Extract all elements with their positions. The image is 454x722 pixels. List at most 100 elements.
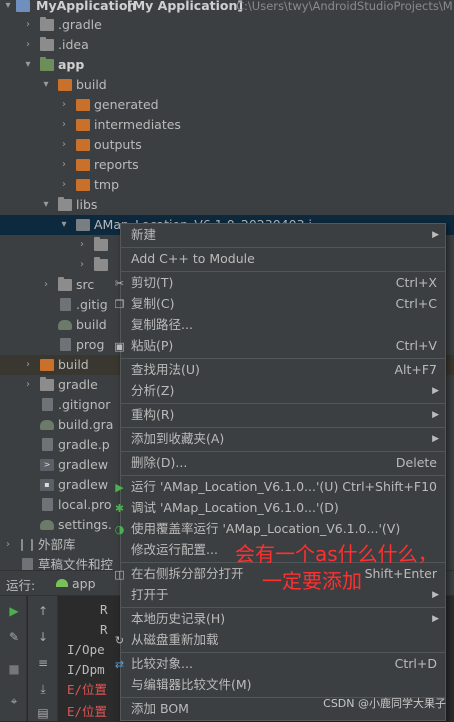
console-actions-gutter: ↑ ↓ ≡ ⤓ ▤ <box>28 596 58 721</box>
tree-label: 草稿文件和控 <box>38 557 114 570</box>
submenu-arrow-icon: ▶ <box>432 410 439 420</box>
chevron-down-icon[interactable]: ▾ <box>40 75 52 95</box>
terminal-icon: ▪ <box>40 479 54 491</box>
menu-item-compare-editor[interactable]: 与编辑器比较文件(M) <box>121 674 445 696</box>
print-icon[interactable]: ▤ <box>36 706 50 720</box>
tree-row-gradle-dir[interactable]: › .gradle <box>0 15 454 35</box>
tree-label: intermediates <box>94 117 181 132</box>
submenu-arrow-icon: ▶ <box>432 434 439 444</box>
tree-label: .gitig <box>76 297 108 312</box>
menu-item-copy-path[interactable]: 复制路径... <box>121 314 445 336</box>
tree-row-generated[interactable]: › generated <box>0 95 454 115</box>
menu-item-label: 剪切(T) <box>131 275 174 290</box>
chevron-right-icon[interactable]: › <box>76 255 88 275</box>
pin-icon[interactable]: ⌖ <box>7 694 21 708</box>
menu-item-compare-with[interactable]: ⇄ 比较对象... Ctrl+D <box>115 653 445 675</box>
bug-icon: ✱ <box>114 502 125 515</box>
menu-item-local-history[interactable]: 本地历史记录(H) ▶ <box>121 608 445 630</box>
wrench-icon[interactable]: ✎ <box>7 630 21 644</box>
menu-item-label: 添加 BOM <box>131 701 189 716</box>
menu-item-run-coverage[interactable]: ◑ 使用覆盖率运行 'AMap_Location_V6.1.0...'(V) <box>115 518 445 540</box>
menu-item-delete[interactable]: 删除(D)... Delete <box>121 452 445 474</box>
tree-row-app[interactable]: ▾ app <box>0 55 454 75</box>
menu-item-cut[interactable]: ✂ 剪切(T) Ctrl+X <box>115 272 445 294</box>
menu-item-reload-disk[interactable]: ↻ 从磁盘重新加载 <box>115 629 445 651</box>
down-arrow-icon[interactable]: ↓ <box>36 630 50 644</box>
folder-icon <box>58 197 72 211</box>
submenu-arrow-icon: ▶ <box>432 386 439 396</box>
package-icon <box>94 257 108 271</box>
menu-item-refactor[interactable]: 重构(R) ▶ <box>121 404 445 426</box>
stop-icon[interactable]: ■ <box>7 662 21 676</box>
menu-item-add-favorites[interactable]: 添加到收藏夹(A) ▶ <box>121 428 445 450</box>
tree-row-reports[interactable]: › reports <box>0 155 454 175</box>
clipboard-icon: ▣ <box>114 340 125 353</box>
chevron-right-icon[interactable]: › <box>22 35 34 55</box>
tree-row-libs[interactable]: ▾ libs <box>0 195 454 215</box>
console-line: R <box>100 622 108 637</box>
module-folder-icon <box>40 57 54 71</box>
chevron-down-icon[interactable]: ▾ <box>58 215 70 235</box>
chevron-right-icon[interactable]: › <box>22 355 34 375</box>
menu-item-run[interactable]: ▶ 运行 'AMap_Location_V6.1.0...'(U) Ctrl+S… <box>115 476 445 498</box>
menu-item-label: 从磁盘重新加载 <box>131 632 219 647</box>
tree-row-build[interactable]: ▾ build <box>0 75 454 95</box>
chevron-right-icon[interactable]: › <box>76 235 88 255</box>
menu-item-label: 调试 'AMap_Location_V6.1.0...'(D) <box>131 500 339 515</box>
tree-row-outputs[interactable]: › outputs <box>0 135 454 155</box>
chevron-right-icon[interactable]: › <box>40 275 52 295</box>
submenu-arrow-icon: ▶ <box>432 590 439 600</box>
chevron-right-icon[interactable]: › <box>58 95 70 115</box>
run-tab-app[interactable]: app <box>50 571 104 596</box>
compare-icon: ⇄ <box>114 658 125 671</box>
tree-row-root[interactable]: ▾ MyApplication [My Application] C:\User… <box>0 0 454 16</box>
tree-row-intermediates[interactable]: › intermediates <box>0 115 454 135</box>
chevron-down-icon[interactable]: ▾ <box>2 0 14 16</box>
folder-icon <box>58 79 72 91</box>
console-line: I/Dpm <box>67 662 105 677</box>
gradle-icon <box>40 520 54 530</box>
menu-item-paste[interactable]: ▣ 粘贴(P) Ctrl+V <box>114 335 445 357</box>
tree-label: prog <box>76 337 105 352</box>
console-line-error: E/位置 <box>67 704 108 719</box>
chevron-down-icon[interactable]: ▾ <box>22 55 34 75</box>
chevron-right-icon[interactable]: › <box>22 15 34 35</box>
chevron-right-icon[interactable]: › <box>58 155 70 175</box>
menu-shortcut: Ctrl+X <box>395 275 437 290</box>
chevron-right-icon[interactable]: › <box>22 375 34 395</box>
gradle-icon <box>40 420 54 430</box>
up-arrow-icon[interactable]: ↑ <box>36 604 50 618</box>
tree-row-tmp[interactable]: › tmp <box>0 175 454 195</box>
scroll-end-icon[interactable]: ⤓ <box>36 682 50 696</box>
menu-item-label: 删除(D)... <box>131 455 188 470</box>
chevron-right-icon[interactable]: › <box>58 135 70 155</box>
menu-item-label: 重构(R) <box>131 407 175 422</box>
chevron-down-icon[interactable]: ▾ <box>40 195 52 215</box>
file-icon <box>42 398 53 411</box>
tree-label: .idea <box>58 37 89 52</box>
soft-wrap-icon[interactable]: ≡ <box>36 656 50 670</box>
console-line-error: E/位置 <box>67 682 108 697</box>
file-icon <box>60 298 71 311</box>
run-title: 运行: <box>6 578 36 593</box>
menu-item-copy[interactable]: ❐ 复制(C) Ctrl+C <box>115 293 445 315</box>
tree-label: outputs <box>94 137 142 152</box>
menu-item-add-cpp[interactable]: Add C++ to Module <box>121 248 445 270</box>
menu-item-find-usages[interactable]: 查找用法(U) Alt+F7 <box>121 359 445 381</box>
chevron-right-icon[interactable]: › <box>58 115 70 135</box>
menu-item-label: 添加到收藏夹(A) <box>131 431 225 446</box>
chevron-right-icon[interactable]: › <box>58 175 70 195</box>
menu-item-label: 本地历史记录(H) <box>131 611 226 626</box>
chevron-right-icon[interactable]: › <box>2 535 14 555</box>
menu-item-debug[interactable]: ✱ 调试 'AMap_Location_V6.1.0...'(D) <box>115 497 445 519</box>
project-name: MyApplication <box>36 0 137 13</box>
run-icon[interactable]: ▶ <box>7 604 21 618</box>
tree-label: build <box>76 317 107 332</box>
menu-item-new[interactable]: 新建 ▶ <box>121 224 445 246</box>
menu-item-analyze[interactable]: 分析(Z) ▶ <box>121 380 445 402</box>
folder-icon <box>76 179 90 191</box>
module-name: [My Application] <box>127 0 244 13</box>
tree-row-idea[interactable]: › .idea <box>0 35 454 55</box>
folder-icon <box>58 277 72 291</box>
folder-icon <box>40 377 54 391</box>
